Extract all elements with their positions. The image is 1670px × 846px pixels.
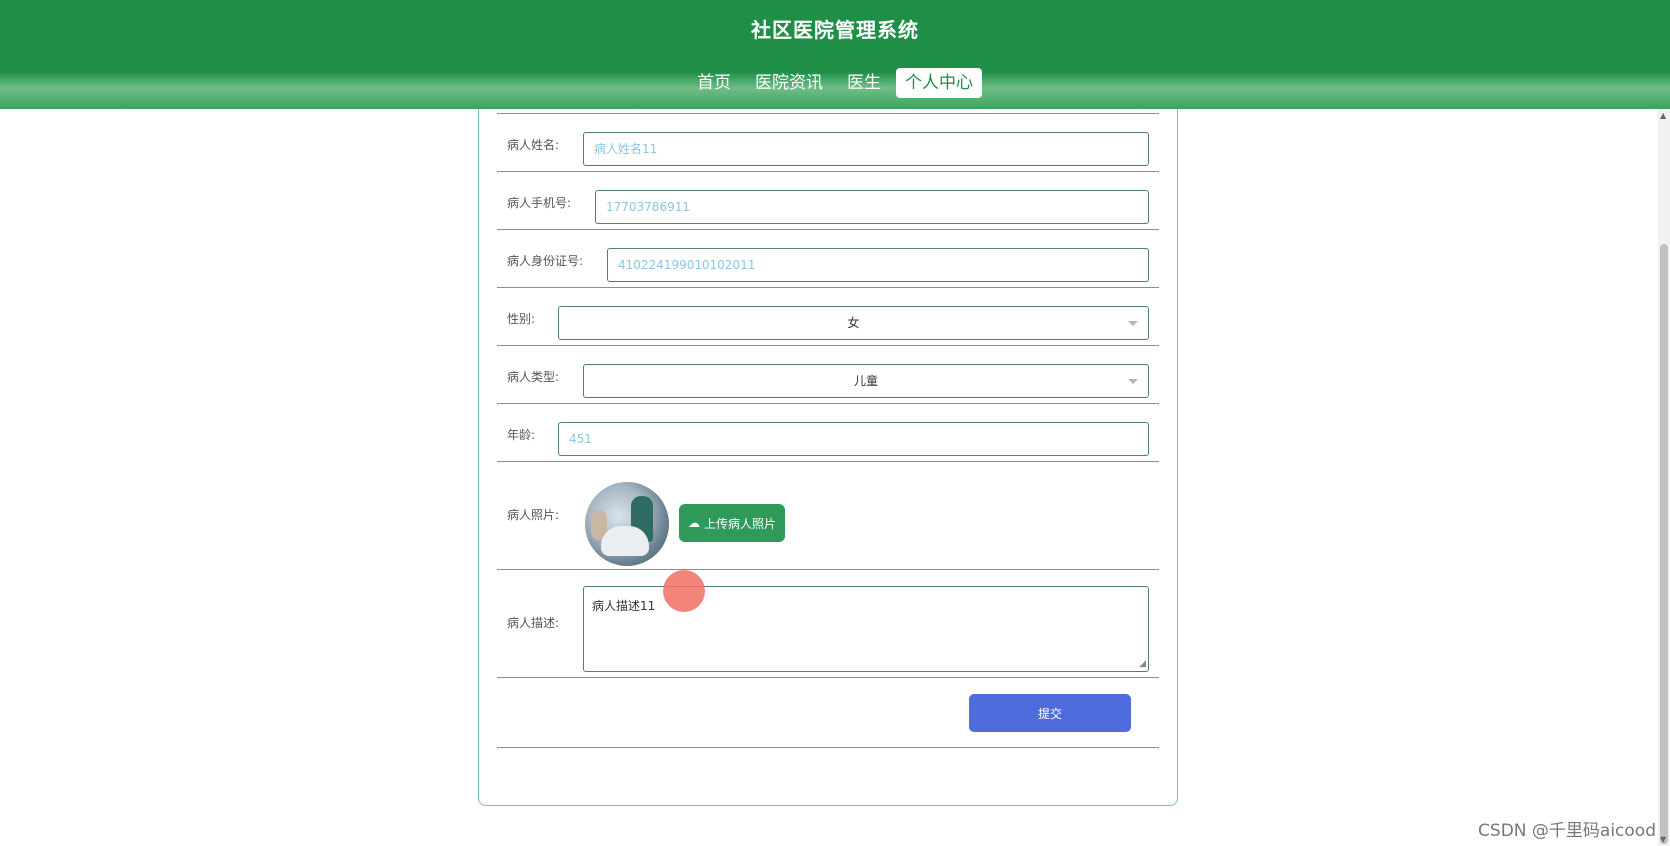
form-row-patient-phone: 病人手机号: 17703786911 — [497, 172, 1159, 230]
scroll-down-icon[interactable]: ▼ — [1660, 835, 1666, 844]
patient-description-value: 病人描述11 — [592, 599, 656, 613]
patient-form-card: 病人姓名: 病人姓名11 病人手机号: 17703786911 病人身份证号: … — [478, 100, 1178, 806]
patient-photo-label: 病人照片: — [507, 508, 560, 522]
patient-photo-avatar — [585, 482, 669, 566]
form-row-gender: 性别: 女 — [497, 288, 1159, 346]
nav-item-personal-center[interactable]: 个人中心 — [896, 68, 982, 98]
patient-type-label: 病人类型: — [507, 370, 560, 384]
patient-name-label: 病人姓名: — [507, 138, 560, 152]
form-row-patient-id-card: 病人身份证号: 410224199010102011 — [497, 230, 1159, 288]
patient-id-card-input[interactable]: 410224199010102011 — [607, 248, 1149, 282]
gender-select[interactable]: 女 — [558, 306, 1149, 340]
age-input[interactable]: 451 — [558, 422, 1149, 456]
header: 社区医院管理系统 首页 医院资讯 医生 个人中心 — [0, 0, 1670, 109]
watermark: CSDN @千里码aicood — [1478, 821, 1656, 841]
chevron-down-icon — [1128, 321, 1138, 326]
cursor-highlight — [663, 570, 705, 612]
nav-item-home[interactable]: 首页 — [688, 68, 740, 98]
patient-name-input[interactable]: 病人姓名11 — [583, 132, 1149, 166]
form-row-age: 年龄: 451 — [497, 404, 1159, 462]
upload-button-label: 上传病人照片 — [703, 516, 776, 531]
cloud-upload-icon: ☁ — [687, 516, 700, 530]
form-row-submit: 提交 — [497, 678, 1159, 748]
upload-patient-photo-button[interactable]: ☁ 上传病人照片 — [679, 504, 785, 542]
gender-label: 性别: — [507, 312, 536, 326]
form-row-patient-type: 病人类型: 儿童 — [497, 346, 1159, 404]
chevron-down-icon — [1128, 379, 1138, 384]
patient-type-select[interactable]: 儿童 — [583, 364, 1149, 398]
resize-handle-icon[interactable]: ◢ — [1139, 659, 1146, 669]
patient-phone-input[interactable]: 17703786911 — [595, 190, 1149, 224]
main-nav: 首页 医院资讯 医生 个人中心 — [0, 68, 1670, 98]
patient-description-label: 病人描述: — [507, 616, 560, 630]
form-row-patient-name: 病人姓名: 病人姓名11 — [497, 114, 1159, 172]
submit-button[interactable]: 提交 — [969, 694, 1131, 732]
scroll-up-icon[interactable]: ▲ — [1660, 111, 1666, 120]
form-row-patient-photo: 病人照片: ☁ 上传病人照片 — [497, 462, 1159, 570]
patient-id-card-label: 病人身份证号: — [507, 254, 584, 268]
patient-type-select-value: 儿童 — [853, 374, 878, 388]
page-scrollbar[interactable]: ▲ ▼ — [1658, 109, 1670, 846]
scroll-thumb[interactable] — [1660, 244, 1668, 844]
nav-item-doctor[interactable]: 医生 — [838, 68, 890, 98]
site-title: 社区医院管理系统 — [751, 18, 919, 42]
nav-item-news[interactable]: 医院资讯 — [746, 68, 832, 98]
patient-phone-label: 病人手机号: — [507, 196, 572, 210]
gender-select-value: 女 — [847, 316, 860, 330]
form-row-patient-description: 病人描述: 病人描述11 ◢ — [497, 570, 1159, 678]
age-label: 年龄: — [507, 428, 536, 442]
